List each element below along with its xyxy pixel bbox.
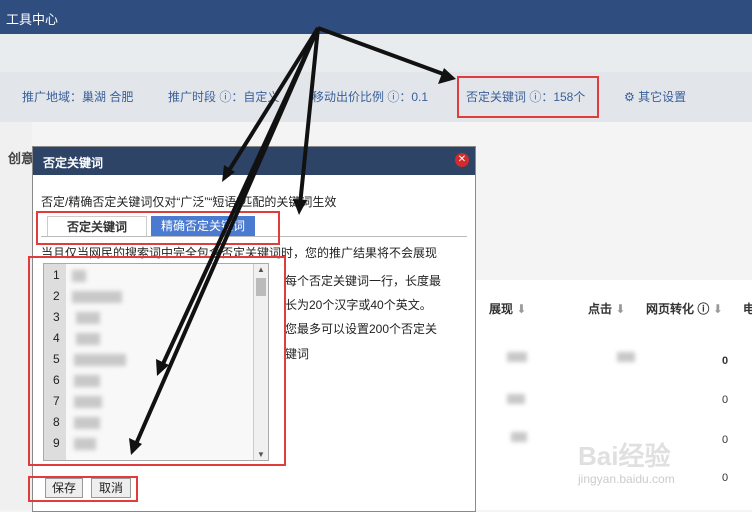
annotation-arrows: [129, 26, 456, 455]
watermark-url: jingyan.baidu.com: [578, 472, 675, 486]
annotation-arrow: [317, 26, 447, 77]
watermark-logo: Bai经验: [578, 441, 671, 471]
annotation-arrow: [134, 27, 320, 445]
arrowhead: [438, 68, 456, 84]
arrowhead: [293, 199, 307, 215]
